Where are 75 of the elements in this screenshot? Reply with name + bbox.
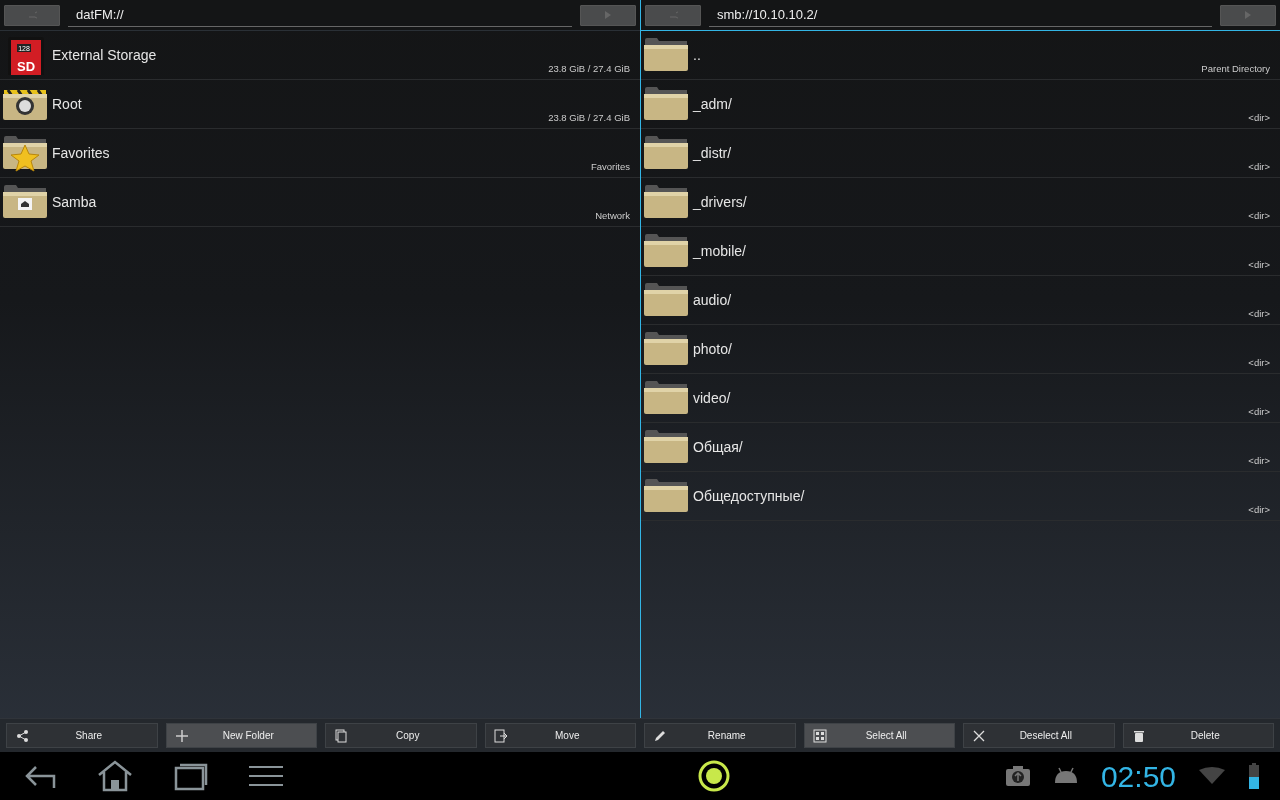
file-info: <dir>: [1248, 208, 1270, 223]
toolbar-button[interactable]: Select All: [803, 723, 955, 748]
toolbar-button[interactable]: New Folder: [165, 723, 317, 748]
file-info: <dir>: [1248, 355, 1270, 370]
wifi-icon: [1198, 767, 1226, 785]
file-name: video/: [693, 388, 731, 408]
file-name: Root: [52, 94, 82, 114]
file-name: Общая/: [693, 437, 743, 457]
menu-icon[interactable]: [248, 764, 284, 788]
camera-icon: [1004, 765, 1031, 787]
file-row[interactable]: video/ <dir>: [641, 374, 1280, 423]
file-row[interactable]: photo/ <dir>: [641, 325, 1280, 374]
file-row[interactable]: Favorites Favorites: [0, 129, 640, 178]
file-row[interactable]: audio/ <dir>: [641, 276, 1280, 325]
battery-icon: [1248, 762, 1260, 790]
forward-button[interactable]: [1220, 4, 1276, 26]
copy-icon: [334, 728, 348, 743]
file-name: Favorites: [52, 143, 110, 163]
share-icon: [15, 728, 29, 743]
file-info: <dir>: [1248, 306, 1270, 321]
back-button[interactable]: [4, 4, 60, 26]
file-row[interactable]: Root 23.8 GiB / 27.4 GiB: [0, 80, 640, 129]
back-button[interactable]: [645, 4, 701, 26]
toolbar-button[interactable]: Deselect All: [963, 723, 1115, 748]
toolbar-button[interactable]: Rename: [644, 723, 796, 748]
file-info: 23.8 GiB / 27.4 GiB: [548, 110, 630, 125]
close-icon: [972, 728, 986, 743]
file-name: _drivers/: [693, 192, 747, 212]
pencil-icon: [653, 728, 667, 743]
file-info: <dir>: [1248, 404, 1270, 419]
path-field[interactable]: datFM://: [68, 3, 572, 27]
toolbar-button[interactable]: Delete: [1122, 723, 1274, 748]
toolbar-button[interactable]: Share: [6, 723, 158, 748]
file-row[interactable]: Общая/ <dir>: [641, 423, 1280, 472]
file-name: Общедоступные/: [693, 486, 805, 506]
file-row[interactable]: _drivers/ <dir>: [641, 178, 1280, 227]
file-info: <dir>: [1248, 502, 1270, 517]
forward-button[interactable]: [580, 4, 636, 26]
toolbar-button[interactable]: Copy: [325, 723, 477, 748]
app-circle-icon[interactable]: [697, 759, 732, 793]
clock-time: 02:50: [1100, 758, 1176, 795]
file-row[interactable]: Samba Network: [0, 178, 640, 227]
file-info: <dir>: [1248, 110, 1270, 125]
move-icon: [493, 728, 508, 743]
file-name: _mobile/: [693, 241, 746, 261]
toolbar-button[interactable]: Move: [484, 723, 636, 748]
file-row[interactable]: .. Parent Directory: [641, 31, 1280, 80]
file-row[interactable]: _adm/ <dir>: [641, 80, 1280, 129]
file-info: Network: [595, 208, 630, 223]
file-info: Parent Directory: [1201, 61, 1270, 76]
file-row[interactable]: _distr/ <dir>: [641, 129, 1280, 178]
file-info: <dir>: [1248, 453, 1270, 468]
path-field[interactable]: smb://10.10.10.2/: [709, 3, 1212, 27]
file-info: 23.8 GiB / 27.4 GiB: [548, 61, 630, 76]
file-info: <dir>: [1248, 159, 1270, 174]
file-name: audio/: [693, 290, 732, 310]
trash-icon: [1131, 728, 1146, 743]
file-name: External Storage: [52, 45, 157, 65]
file-name: ..: [693, 45, 701, 65]
android-icon: [1052, 767, 1079, 785]
play-arrow-icon: [1244, 10, 1252, 20]
file-name: photo/: [693, 339, 732, 359]
recent-apps-icon[interactable]: [174, 761, 208, 791]
plus-icon: [174, 728, 189, 743]
file-info: Favorites: [590, 159, 630, 174]
star-folder-icon: [2, 133, 48, 173]
file-row[interactable]: _mobile/ <dir>: [641, 227, 1280, 276]
file-name: Samba: [52, 192, 97, 212]
home-icon[interactable]: [96, 760, 134, 792]
file-name: _distr/: [693, 143, 732, 163]
file-name: _adm/: [693, 94, 732, 114]
file-info: <dir>: [1248, 257, 1270, 272]
grid-icon: [812, 728, 827, 743]
play-arrow-icon: [604, 10, 612, 20]
file-row[interactable]: Общедоступные/ <dir>: [641, 472, 1280, 521]
